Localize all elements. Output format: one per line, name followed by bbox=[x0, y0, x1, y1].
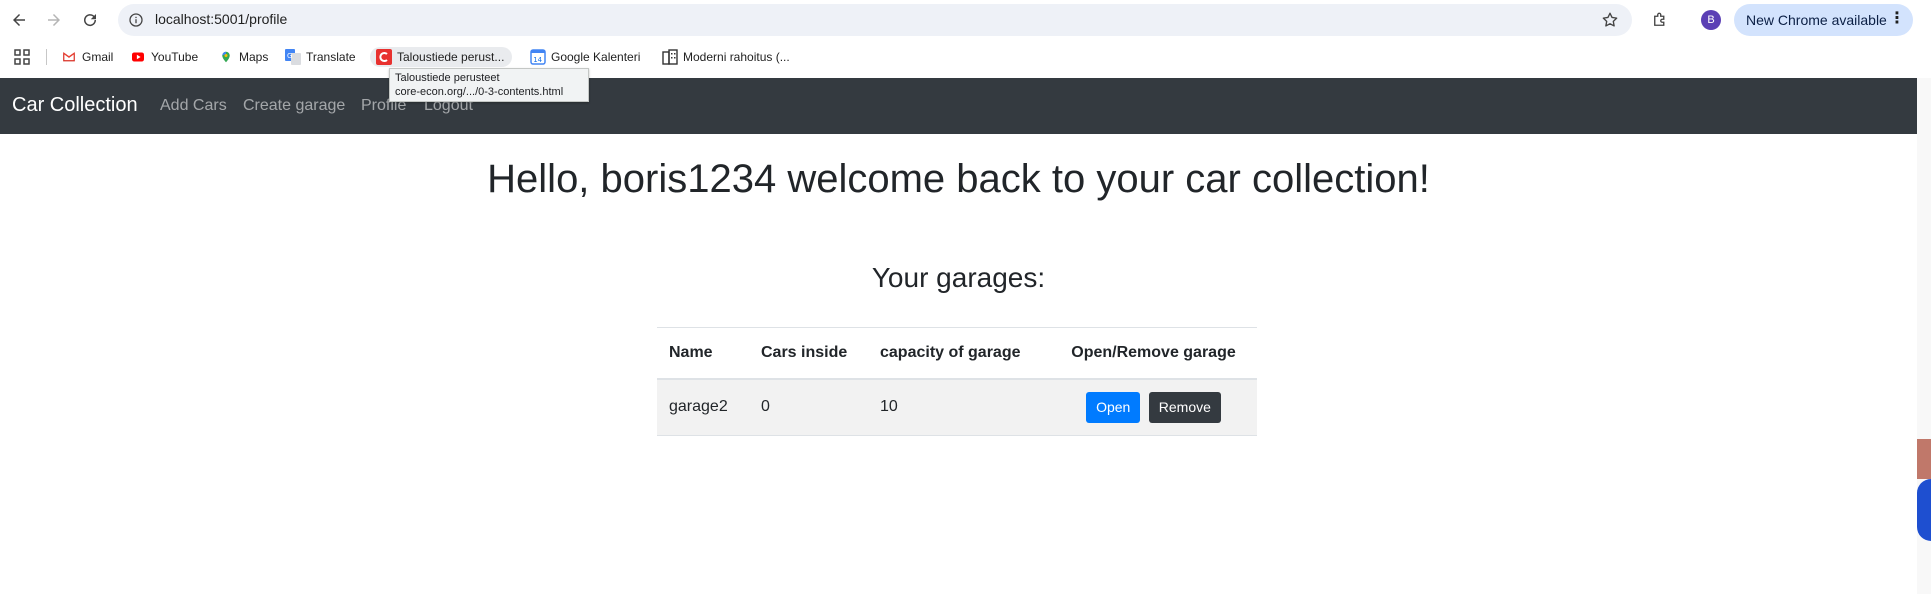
site-info-icon[interactable] bbox=[126, 10, 146, 30]
navbar-brand[interactable]: Car Collection bbox=[12, 94, 138, 117]
chrome-update-label: New Chrome available bbox=[1746, 12, 1887, 28]
bookmark-star-icon[interactable] bbox=[1600, 10, 1620, 30]
table-header-row: Name Cars inside capacity of garage Open… bbox=[657, 327, 1257, 380]
translate-icon: G bbox=[285, 49, 301, 65]
nav-link-create-garage[interactable]: Create garage bbox=[243, 97, 345, 115]
address-bar[interactable]: localhost:5001/profile bbox=[118, 4, 1632, 36]
bookmark-maps[interactable]: Maps bbox=[218, 47, 268, 67]
bookmark-taloustiede[interactable]: Taloustiede perust... bbox=[370, 47, 513, 67]
garages-table: Name Cars inside capacity of garage Open… bbox=[657, 327, 1257, 436]
apps-grid-icon[interactable] bbox=[14, 49, 30, 65]
cars-inside-cell: 0 bbox=[749, 378, 868, 436]
actions-cell: Open Remove bbox=[1050, 378, 1257, 436]
extensions-icon[interactable] bbox=[1648, 8, 1672, 32]
bookmarks-divider bbox=[46, 49, 47, 65]
bookmark-moderni-rahoitus[interactable]: Moderni rahoitus (... bbox=[662, 47, 790, 67]
core-econ-icon bbox=[376, 49, 392, 65]
site-navbar: Car Collection Add Cars Create garage Pr… bbox=[0, 78, 1917, 134]
bookmark-label: Moderni rahoitus (... bbox=[683, 50, 790, 64]
tooltip-title: Taloustiede perusteet bbox=[395, 72, 500, 84]
column-header-capacity: capacity of garage bbox=[868, 327, 1050, 380]
welcome-heading: Hello, boris1234 welcome back to your ca… bbox=[487, 157, 1430, 201]
open-garage-button[interactable]: Open bbox=[1086, 391, 1141, 423]
column-header-name: Name bbox=[657, 327, 749, 380]
tooltip-url: core-econ.org/.../0-3-contents.html bbox=[395, 86, 564, 98]
bookmark-label: Maps bbox=[239, 50, 269, 64]
calendar-icon: 14 bbox=[530, 49, 546, 65]
garages-heading: Your garages: bbox=[871, 262, 1046, 293]
reload-icon[interactable] bbox=[78, 8, 102, 32]
youtube-icon bbox=[130, 49, 146, 65]
bookmark-tooltip: Taloustiede perusteet core-econ.org/.../… bbox=[389, 68, 589, 102]
profile-avatar[interactable]: B bbox=[1701, 10, 1721, 30]
forward-icon[interactable] bbox=[42, 8, 66, 32]
nav-link-add-cars[interactable]: Add Cars bbox=[160, 97, 227, 115]
chrome-update-button[interactable]: New Chrome available ⋮ bbox=[1734, 4, 1913, 36]
svg-text:14: 14 bbox=[533, 56, 542, 64]
bookmark-translate[interactable]: G Translate bbox=[285, 47, 356, 67]
table-row: garage2 0 10 Open Remove bbox=[657, 378, 1257, 436]
remove-garage-button[interactable]: Remove bbox=[1148, 391, 1221, 423]
svg-text:G: G bbox=[287, 52, 292, 60]
column-header-cars-inside: Cars inside bbox=[749, 327, 868, 380]
side-panel-tab[interactable] bbox=[1917, 439, 1931, 479]
side-panel-button[interactable] bbox=[1917, 479, 1931, 541]
building-icon bbox=[662, 49, 678, 65]
url-text[interactable]: localhost:5001/profile bbox=[155, 11, 287, 27]
bookmarks-bar: Gmail YouTube Maps G Translate Taloustie… bbox=[0, 41, 1931, 73]
garage-name-cell: garage2 bbox=[657, 378, 749, 436]
bookmark-label: Google Kalenteri bbox=[551, 50, 641, 64]
bookmark-gmail[interactable]: Gmail bbox=[61, 47, 113, 67]
bookmark-label: Translate bbox=[306, 50, 356, 64]
gmail-icon bbox=[61, 49, 77, 65]
more-menu-icon[interactable]: ⋮ bbox=[1889, 11, 1905, 27]
back-icon[interactable] bbox=[7, 8, 31, 32]
maps-icon bbox=[218, 49, 234, 65]
browser-toolbar: localhost:5001/profile B New Chrome avai… bbox=[0, 0, 1931, 41]
bookmark-label: Gmail bbox=[82, 50, 114, 64]
bookmark-youtube[interactable]: YouTube bbox=[130, 47, 198, 67]
bookmark-google-kalenteri[interactable]: 14 Google Kalenteri bbox=[530, 47, 640, 67]
bookmark-label: Taloustiede perust... bbox=[397, 50, 505, 64]
column-header-open-remove: Open/Remove garage bbox=[1050, 327, 1257, 380]
capacity-cell: 10 bbox=[868, 378, 1050, 436]
bookmark-label: YouTube bbox=[151, 50, 199, 64]
